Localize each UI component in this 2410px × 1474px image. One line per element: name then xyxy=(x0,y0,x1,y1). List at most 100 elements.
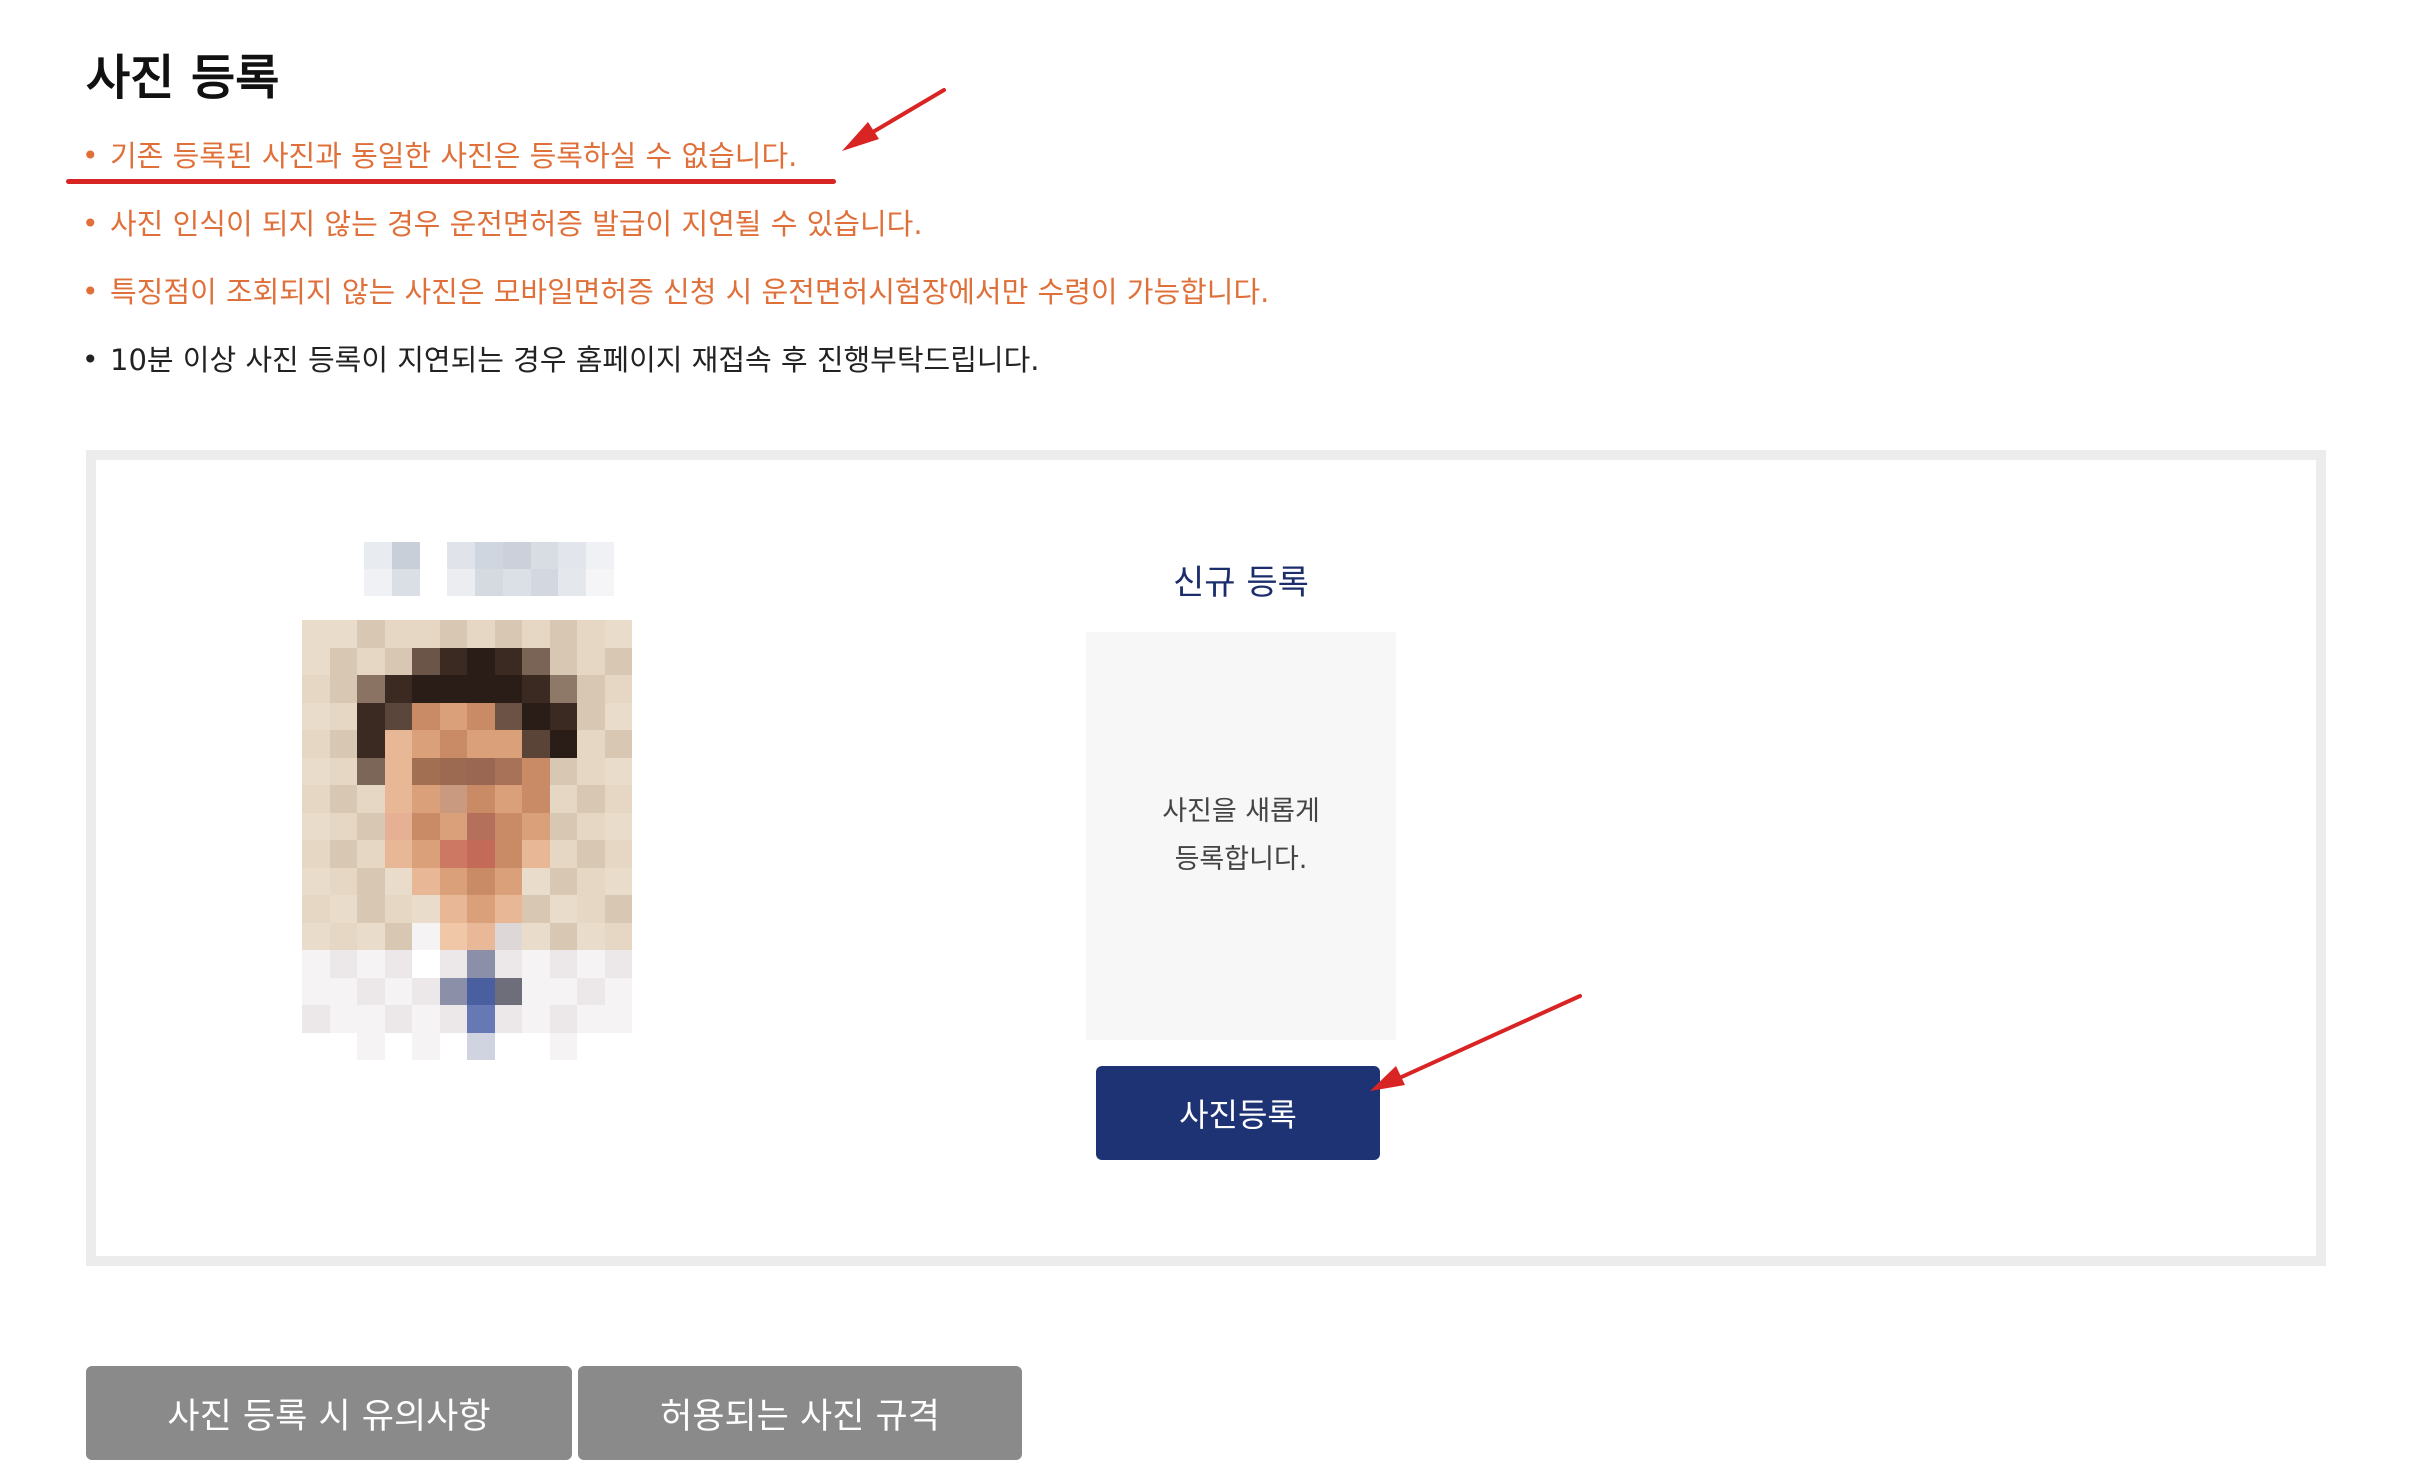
pixel xyxy=(522,730,550,758)
pixel xyxy=(549,840,577,868)
pixel xyxy=(329,895,357,923)
pixel xyxy=(577,647,605,675)
pixel xyxy=(522,895,550,923)
pixel xyxy=(467,867,495,895)
pixel xyxy=(384,895,412,923)
pixel xyxy=(558,542,587,569)
pixel xyxy=(502,569,531,596)
pixel xyxy=(384,1005,412,1033)
pixel xyxy=(357,922,385,950)
pixel xyxy=(494,1032,522,1060)
pixel xyxy=(577,950,605,978)
pixel xyxy=(329,730,357,758)
pixel xyxy=(522,812,550,840)
notice-item: • 10분 이상 사진 등록이 지연되는 경우 홈페이지 재접속 후 진행부탁드… xyxy=(82,330,1269,398)
pixel xyxy=(467,1032,495,1060)
pixel xyxy=(522,867,550,895)
pixel xyxy=(494,730,522,758)
pixel xyxy=(494,977,522,1005)
pixel xyxy=(522,702,550,730)
pixel xyxy=(439,702,467,730)
pixel xyxy=(384,730,412,758)
pixel xyxy=(577,895,605,923)
pixel xyxy=(549,895,577,923)
pixel xyxy=(577,702,605,730)
pixel xyxy=(412,1005,440,1033)
pixel xyxy=(577,977,605,1005)
pixel xyxy=(302,1032,330,1060)
pixel xyxy=(412,867,440,895)
pixel xyxy=(384,702,412,730)
pixel xyxy=(604,1032,632,1060)
pixel xyxy=(419,542,448,569)
pixel xyxy=(475,569,503,596)
pixel xyxy=(357,647,385,675)
pixel xyxy=(439,840,467,868)
pixel xyxy=(357,675,385,703)
pixel xyxy=(494,950,522,978)
pixel xyxy=(549,757,577,785)
pixel xyxy=(439,1032,467,1060)
pixel xyxy=(439,730,467,758)
tab-photo-spec[interactable]: 허용되는 사진 규격 xyxy=(578,1366,1022,1460)
pixel xyxy=(384,785,412,813)
pixel xyxy=(412,950,440,978)
pixel xyxy=(357,730,385,758)
register-photo-button[interactable]: 사진등록 xyxy=(1096,1066,1380,1160)
pixel xyxy=(549,702,577,730)
pixel xyxy=(412,702,440,730)
pixel xyxy=(357,702,385,730)
bottom-tab-bar: 사진 등록 시 유의사항 허용되는 사진 규격 xyxy=(86,1366,1022,1460)
tab-photo-notice[interactable]: 사진 등록 시 유의사항 xyxy=(86,1366,572,1460)
pixel xyxy=(302,785,330,813)
pixel xyxy=(467,840,495,868)
pixel xyxy=(558,569,587,596)
bullet: • xyxy=(82,207,99,240)
pixel xyxy=(467,1005,495,1033)
pixel xyxy=(384,647,412,675)
pixel xyxy=(604,647,632,675)
pixel xyxy=(302,840,330,868)
pixel xyxy=(384,757,412,785)
pixel xyxy=(467,647,495,675)
new-photo-placeholder[interactable]: 사진을 새롭게 등록합니다. xyxy=(1086,632,1396,1040)
photo-registration-panel: 신규 등록 사진을 새롭게 등록합니다. 사진등록 xyxy=(86,450,2326,1266)
pixel xyxy=(549,922,577,950)
pixel xyxy=(604,922,632,950)
pixel xyxy=(549,1005,577,1033)
pixel xyxy=(329,840,357,868)
pixel xyxy=(577,620,605,648)
pixel xyxy=(522,840,550,868)
pixel xyxy=(604,620,632,648)
notice-item: • 사진 인식이 되지 않는 경우 운전면허증 발급이 지연될 수 있습니다. xyxy=(82,194,1269,262)
pixel xyxy=(447,569,476,596)
bullet: • xyxy=(82,275,99,308)
pixel xyxy=(586,569,614,596)
pixel xyxy=(412,977,440,1005)
pixel xyxy=(412,647,440,675)
pixel xyxy=(577,867,605,895)
pixel xyxy=(357,1005,385,1033)
pixel xyxy=(522,922,550,950)
pixel xyxy=(329,620,357,648)
pixel xyxy=(577,812,605,840)
pixel xyxy=(467,812,495,840)
pixel xyxy=(412,757,440,785)
pixel xyxy=(549,675,577,703)
pixel xyxy=(494,647,522,675)
pixel xyxy=(549,730,577,758)
pixel xyxy=(604,702,632,730)
notice-item: • 특징점이 조회되지 않는 사진은 모바일면허증 신청 시 운전면허시험장에서… xyxy=(82,262,1269,330)
pixel xyxy=(494,785,522,813)
pixel xyxy=(329,757,357,785)
pixel xyxy=(384,950,412,978)
pixel xyxy=(522,1032,550,1060)
pixel xyxy=(467,922,495,950)
pixel xyxy=(302,867,330,895)
pixel xyxy=(467,730,495,758)
pixel xyxy=(302,1005,330,1033)
pixel xyxy=(384,812,412,840)
pixel xyxy=(302,950,330,978)
placeholder-text: 사진을 새롭게 등록합니다. xyxy=(1162,796,1320,875)
pixel xyxy=(302,702,330,730)
